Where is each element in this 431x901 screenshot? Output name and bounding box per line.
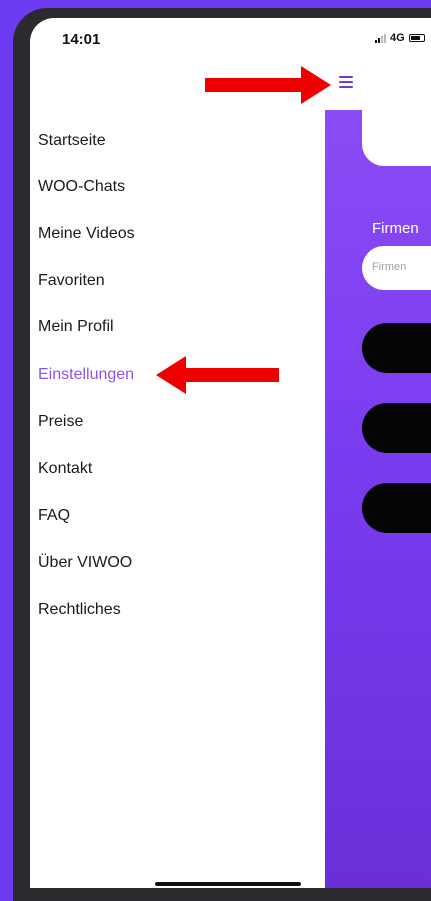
- annotation-arrow-icon: [205, 66, 331, 106]
- menu-item-ueber-viwoo[interactable]: Über VIWOO: [38, 554, 132, 572]
- menu-item-mein-profil[interactable]: Mein Profil: [38, 318, 114, 336]
- company-label: Firmen: [372, 220, 419, 237]
- menu-item-kontakt[interactable]: Kontakt: [38, 460, 92, 478]
- home-indicator: [155, 882, 301, 886]
- menu-hamburger-icon[interactable]: [339, 76, 353, 88]
- status-indicators: 4G: [375, 32, 425, 44]
- header-card: [362, 110, 431, 166]
- menu-item-startseite[interactable]: Startseite: [38, 132, 106, 150]
- menu-item-rechtliches[interactable]: Rechtliches: [38, 601, 121, 619]
- battery-icon: [408, 34, 425, 42]
- network-type: 4G: [390, 32, 405, 44]
- menu-item-faq[interactable]: FAQ: [38, 507, 70, 525]
- company-input[interactable]: Firmen: [362, 246, 431, 290]
- background-app-content: Firmen Firmen: [325, 110, 431, 888]
- action-button-1[interactable]: [362, 323, 431, 373]
- menu-item-favoriten[interactable]: Favoriten: [38, 272, 105, 290]
- company-input-placeholder: Firmen: [372, 261, 407, 273]
- action-button-3[interactable]: [362, 483, 431, 533]
- menu-item-meine-videos[interactable]: Meine Videos: [38, 225, 135, 243]
- menu-item-einstellungen[interactable]: Einstellungen: [38, 366, 134, 384]
- status-time: 14:01: [62, 31, 101, 48]
- action-button-2[interactable]: [362, 403, 431, 453]
- menu-item-preise[interactable]: Preise: [38, 413, 83, 431]
- signal-icon: [375, 33, 386, 43]
- annotation-arrow-icon: [156, 356, 280, 396]
- menu-item-woo-chats[interactable]: WOO-Chats: [38, 178, 125, 196]
- phone-screen: 14:01 4G Firmen Firmen Startseite WOO-Ch…: [30, 18, 431, 888]
